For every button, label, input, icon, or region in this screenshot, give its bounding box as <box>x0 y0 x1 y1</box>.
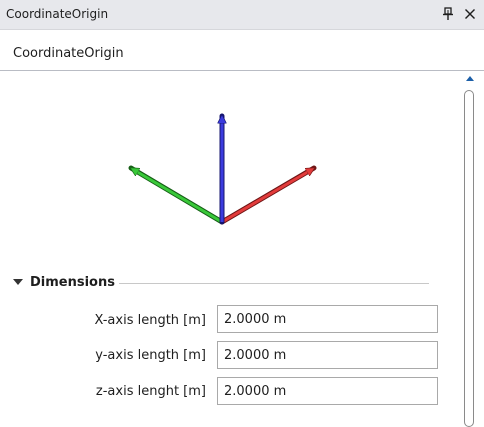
window-title: CoordinateOrigin <box>6 7 109 21</box>
y-axis-length-field[interactable] <box>217 341 438 369</box>
x-axis-length-field[interactable] <box>217 305 438 333</box>
properties-panel: CoordinateOrigin CoordinateOrigin Dimens… <box>0 0 484 427</box>
section-title-dimensions: Dimensions <box>30 275 115 290</box>
section-collapse-caret-icon[interactable] <box>13 279 23 285</box>
close-icon[interactable] <box>462 6 478 22</box>
coordinate-axes-preview <box>128 113 317 225</box>
section-divider <box>119 283 429 284</box>
z-axis-length-label: z-axis lenght [m] <box>95 384 206 399</box>
z-axis-length-field[interactable] <box>217 377 438 405</box>
object-header: CoordinateOrigin <box>0 30 484 71</box>
scroll-up-arrow-icon[interactable] <box>466 76 474 81</box>
y-axis-length-label: y-axis length [m] <box>95 348 206 363</box>
object-name: CoordinateOrigin <box>13 46 124 61</box>
pin-icon[interactable] <box>441 6 455 22</box>
x-axis-length-label: X-axis length [m] <box>94 313 206 328</box>
scroll-thumb[interactable] <box>464 90 474 427</box>
title-bar: CoordinateOrigin <box>0 0 484 30</box>
